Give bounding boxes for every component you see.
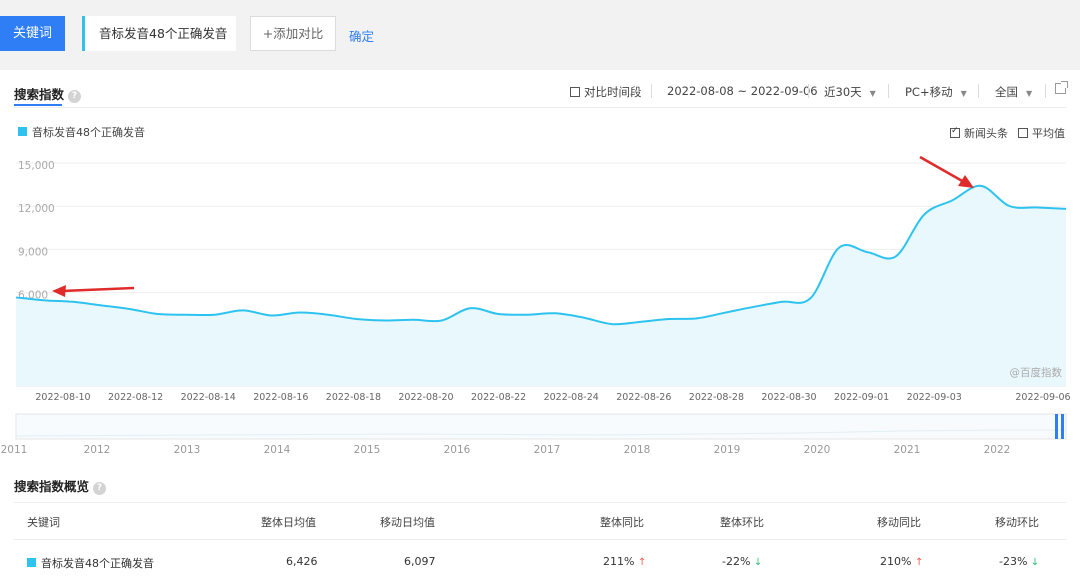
timeline-year-label: 2017 (534, 444, 561, 456)
y-tick-label: 12,000 (18, 203, 55, 215)
arrow-up-icon: ↑ (914, 557, 924, 568)
timeline-year-label: 2015 (354, 444, 381, 456)
timeline-year-label: 2020 (804, 444, 831, 456)
mobile-mom-cell: -23% ↓ (999, 555, 1039, 568)
x-tick-label: 2022-08-22 (471, 392, 526, 403)
x-tick-label: 2022-08-16 (253, 392, 308, 403)
x-tick-label: 2022-09-01 (834, 392, 889, 403)
x-tick-label: 2022-08-24 (544, 392, 599, 403)
keyword-swatch (27, 558, 36, 567)
col-overall-mom: 整体环比 (720, 516, 764, 529)
row-keyword-label: 音标发音48个正确发音 (41, 557, 154, 570)
x-tick-label: 2022-09-03 (907, 392, 962, 403)
col-mobile-yoy: 移动同比 (877, 516, 921, 529)
series-area (16, 185, 1066, 386)
arrow-down-icon: ↓ (753, 557, 763, 568)
y-tick-label: 9,000 (18, 246, 48, 258)
timeline-year-label: 2019 (714, 444, 741, 456)
overall-yoy-cell: 211% ↑ (603, 555, 646, 568)
mobile-yoy-value: 210% (880, 555, 912, 568)
timeline-year-label: 2018 (624, 444, 651, 456)
y-tick-label: 15,000 (18, 160, 55, 172)
mobile-yoy-cell: 210% ↑ (880, 555, 923, 568)
chart-watermark: @百度指数 (1010, 366, 1063, 379)
overall-yoy-value: 211% (603, 555, 635, 568)
x-tick-label: 2022-08-28 (689, 392, 744, 403)
timeline-year-label: 2022 (984, 444, 1011, 456)
table-row-keyword[interactable]: 音标发音48个正确发音 (27, 555, 154, 571)
overall-avg-value: 6,426 (286, 555, 318, 568)
overview-title: 搜索指数概览? (14, 476, 107, 495)
overall-mom-value: -22% (722, 555, 751, 568)
x-tick-label: 2022-08-10 (35, 392, 90, 403)
arrow-up-icon: ↑ (637, 557, 647, 568)
x-tick-label: 2022-08-18 (326, 392, 381, 403)
timeline-year-label: 2011 (1, 444, 28, 456)
timeline-year-label: 2012 (84, 444, 111, 456)
x-tick-label: 2022-08-26 (616, 392, 671, 403)
timeline-handle-left (1055, 414, 1058, 439)
col-overall-avg: 整体日均值 (261, 516, 316, 529)
x-tick-label: 2022-08-14 (181, 392, 236, 403)
timeline-year-label: 2016 (444, 444, 471, 456)
timeline-handle-right (1061, 414, 1064, 439)
col-keyword: 关键词 (27, 516, 60, 529)
x-tick-label: 2022-09-06 (1015, 392, 1070, 403)
col-overall-yoy: 整体同比 (600, 516, 644, 529)
timeline-year-label: 2014 (264, 444, 291, 456)
overall-mom-cell: -22% ↓ (722, 555, 762, 568)
arrow-down-icon: ↓ (1030, 557, 1040, 568)
x-axis-ticks: 2022-08-10 2022-08-12 2022-08-14 2022-08-16… (35, 392, 1070, 403)
x-tick-label: 2022-08-20 (398, 392, 453, 403)
col-mobile-avg: 移动日均值 (380, 516, 435, 529)
col-mobile-mom: 移动环比 (995, 516, 1039, 529)
search-index-chart[interactable]: 3,0006,0009,00012,00015,000 2022-08-1020… (0, 0, 1080, 470)
question-icon[interactable]: ? (93, 482, 107, 495)
timeline-years: 2011 2012 2013 2014 2015 2016 2017 2018 2019 2020… (1, 444, 1011, 456)
overview-title-text: 搜索指数概览 (14, 479, 90, 494)
mobile-mom-value: -23% (999, 555, 1028, 568)
timeline-year-label: 2013 (174, 444, 201, 456)
x-tick-label: 2022-08-12 (108, 392, 163, 403)
annotation-arrow-right (919, 155, 974, 188)
x-tick-label: 2022-08-30 (761, 392, 816, 403)
mobile-avg-value: 6,097 (404, 555, 436, 568)
annotation-arrow-left (52, 285, 135, 297)
timeline-year-label: 2021 (894, 444, 921, 456)
